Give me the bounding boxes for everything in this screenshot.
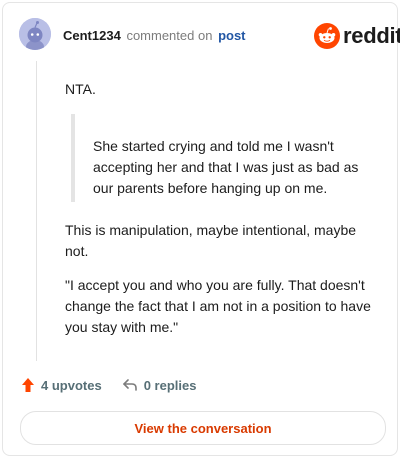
blockquote: She started crying and told me I wasn't … (71, 114, 361, 202)
upvote-button[interactable]: 4 upvotes (21, 377, 102, 393)
blockquote-text: She started crying and told me I wasn't … (93, 138, 359, 196)
reddit-logo-icon (314, 23, 340, 49)
reply-arrow-icon (122, 379, 137, 391)
comment-header: Cent1234 commented on post (63, 28, 246, 43)
replies-button[interactable]: 0 replies (122, 377, 197, 393)
upvote-arrow-icon (22, 378, 34, 392)
comment-paragraph-2: This is manipulation, maybe intentional,… (65, 222, 357, 259)
blockquote-bar (71, 114, 75, 202)
commented-on-text: commented on (126, 28, 213, 43)
comment-paragraph-1: NTA. (65, 81, 96, 97)
comment-body: NTA. (65, 79, 365, 100)
view-conversation-button[interactable]: View the conversation (20, 411, 386, 445)
reddit-wordmark: reddit (343, 23, 400, 48)
comment-embed-card: Cent1234 commented on post reddit NTA. S… (2, 2, 400, 456)
replies-count: 0 replies (143, 377, 197, 393)
upvotes-count: 4 upvotes (41, 377, 102, 393)
user-avatar-icon[interactable] (19, 18, 51, 50)
username-link[interactable]: Cent1234 (63, 28, 121, 43)
comment-paragraph-3: "I accept you and who you are fully. Tha… (65, 277, 371, 335)
post-link[interactable]: post (218, 28, 245, 43)
reddit-logo[interactable]: reddit (314, 23, 400, 49)
comment-actions: 4 upvotes 0 replies (21, 377, 196, 393)
thread-line[interactable] (36, 61, 37, 361)
